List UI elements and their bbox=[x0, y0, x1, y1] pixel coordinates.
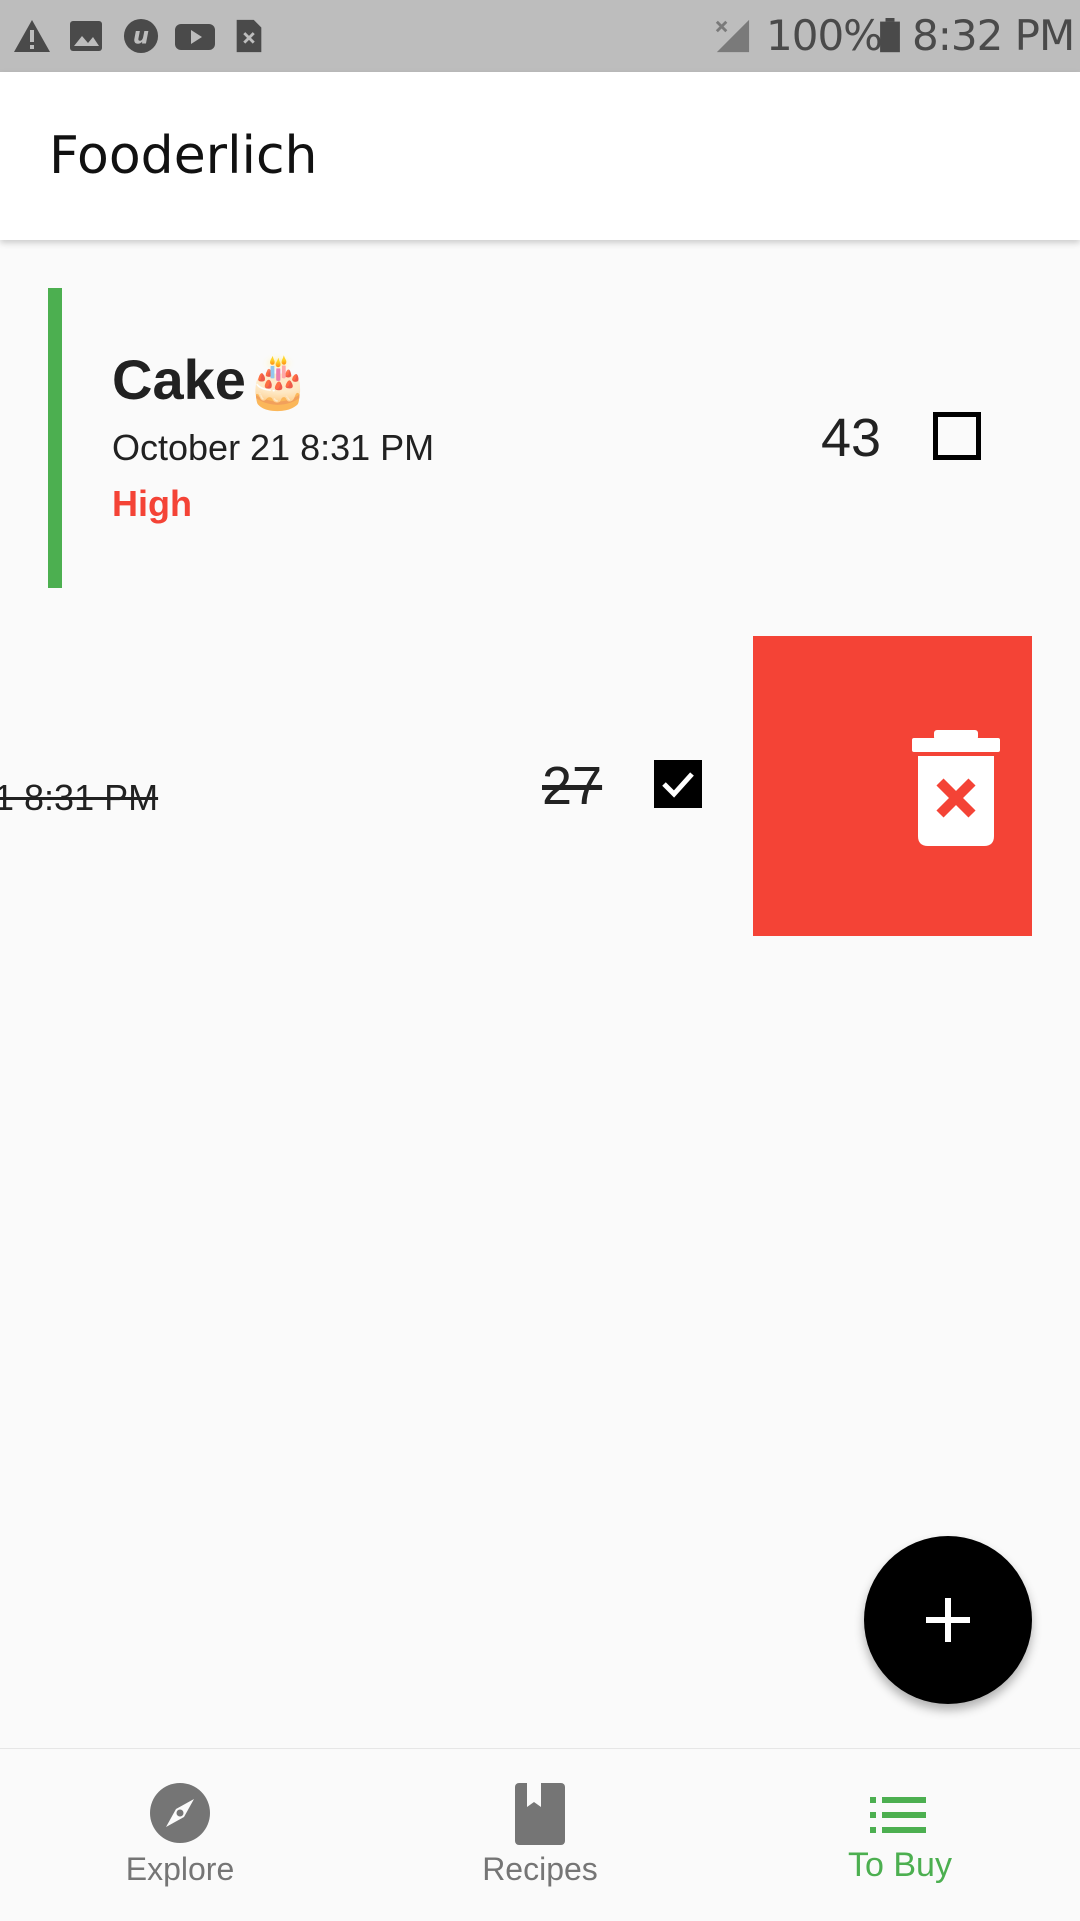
warning-icon bbox=[14, 20, 50, 52]
nav-label-recipes: Recipes bbox=[482, 1851, 598, 1887]
explore-icon bbox=[150, 1783, 210, 1843]
sim-card-icon bbox=[236, 19, 262, 53]
bottom-navigation: Explore Recipes To Buy bbox=[0, 1748, 1080, 1921]
item-quantity: 27 bbox=[542, 756, 603, 816]
no-signal-icon bbox=[715, 19, 750, 53]
item-importance: High bbox=[112, 483, 192, 524]
battery-percent: 100% bbox=[766, 11, 883, 60]
item-checkbox-checked[interactable] bbox=[654, 760, 702, 808]
status-time: 8:32 PM bbox=[912, 11, 1075, 60]
list-icon bbox=[870, 1797, 926, 1833]
page-title: Fooderlich bbox=[49, 126, 318, 186]
youtube-icon bbox=[175, 24, 215, 50]
nav-item-to-buy[interactable]: To Buy bbox=[720, 1749, 1080, 1921]
nav-item-recipes[interactable]: Recipes bbox=[360, 1749, 720, 1921]
priority-color-bar bbox=[48, 288, 62, 588]
cake-emoji: 🎂 bbox=[245, 353, 311, 411]
grocery-item[interactable]: Cake🎂 October 21 8:31 PM High 43 bbox=[48, 288, 1048, 588]
item-date: 1 8:31 PM bbox=[0, 777, 159, 818]
battery-icon bbox=[880, 18, 900, 53]
image-icon bbox=[70, 21, 102, 51]
status-bar: u 100% 8:32 PM bbox=[0, 0, 1080, 72]
add-item-button[interactable] bbox=[864, 1536, 1032, 1704]
delete-forever-icon bbox=[912, 730, 1000, 846]
item-checkbox[interactable] bbox=[933, 412, 981, 460]
nav-label-explore: Explore bbox=[125, 1851, 235, 1887]
item-name: Cake bbox=[112, 348, 246, 411]
delete-swipe-background[interactable] bbox=[753, 636, 1032, 936]
item-date: October 21 8:31 PM bbox=[112, 427, 435, 468]
svg-text:u: u bbox=[133, 24, 149, 50]
add-icon bbox=[926, 1598, 970, 1642]
nav-item-explore[interactable]: Explore bbox=[0, 1749, 360, 1921]
nav-label-to-buy: To Buy bbox=[848, 1846, 952, 1884]
book-icon bbox=[515, 1783, 565, 1845]
upwork-icon: u bbox=[123, 18, 159, 54]
item-quantity: 43 bbox=[821, 408, 882, 468]
grocery-item-swiped[interactable]: 1 8:31 PM 27 bbox=[0, 636, 1080, 936]
app-bar: Fooderlich bbox=[0, 72, 1080, 240]
check-icon bbox=[662, 772, 694, 798]
